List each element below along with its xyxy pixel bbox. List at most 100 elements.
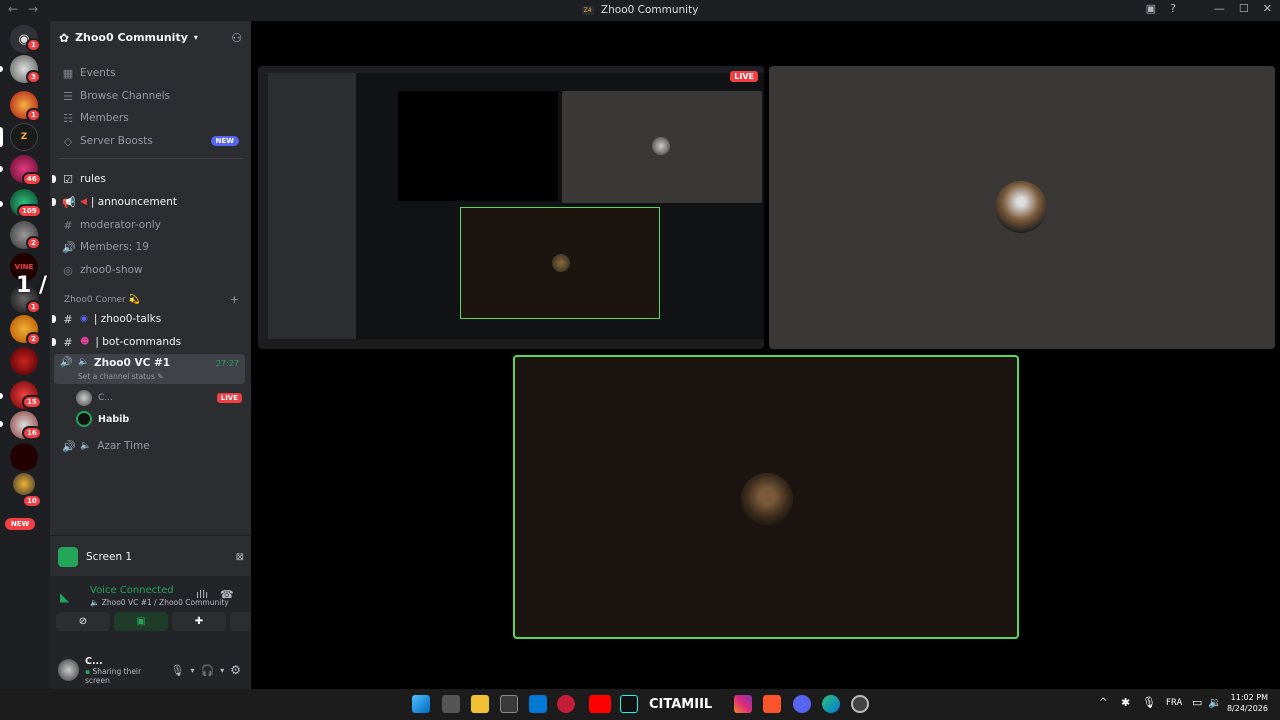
unread-badge: 46 [22,172,42,186]
youtube-icon[interactable] [589,695,611,713]
voice-channel-azar-time[interactable]: 🔊 🔈 Azar Time [58,436,245,456]
channel-rules[interactable]: ☑ rules [58,169,245,189]
pencil-icon: ✎ [157,372,164,381]
close-button[interactable]: ✕ [1263,2,1272,15]
headphones-icon[interactable]: 🎧 [201,664,215,677]
clock[interactable]: 11:02 PM 8/24/2026 [1226,692,1268,714]
tiktok-icon[interactable] [620,695,638,713]
channel-zhoo0-talks[interactable]: # ◉ | zhoo0-talks [58,309,245,329]
settings-gear-icon[interactable]: ⚙ [230,663,241,677]
discord-taskbar-icon[interactable] [793,695,811,713]
nav-item-events[interactable]: ▦ Events [58,63,245,83]
user-avatar[interactable] [58,659,79,681]
language-indicator[interactable]: FRA [1166,698,1182,708]
invite-user-icon[interactable]: ⚇ [231,31,242,45]
unread-badge: 2 [26,332,41,346]
server-header[interactable]: ✿ Zhoo0 Community ▾ ⚇ [50,21,251,54]
rules-icon: ☑ [63,172,73,186]
help-icon[interactable]: ? [1170,2,1176,15]
microphone-icon[interactable]: 🎙 [171,664,185,677]
unread-badge: 1 [26,38,41,52]
unread-badge: 3 [26,70,41,84]
screen-share-button[interactable]: ▣ [114,612,168,631]
inbox-icon[interactable]: ▣ [1146,2,1156,15]
unread-badge: 1 [26,108,41,122]
server-icon[interactable] [10,347,38,375]
nav-item-browse-channels[interactable]: ☰ Browse Channels [58,86,245,106]
members-icon: ☷ [63,111,73,125]
speaker-avatar [741,473,793,525]
chevron-down-icon[interactable]: ▾ [220,666,224,675]
voice-status-title[interactable]: Voice Connected [90,585,174,596]
task-view-icon[interactable] [442,695,460,713]
tray-network-icon[interactable]: ✱ [1121,696,1130,709]
speaker-emoji-icon: 🔈 [78,357,90,367]
channel-emoji-icon: ◉ [80,314,88,324]
voice-timer: 27:27 [215,359,239,368]
tray-mic-icon[interactable]: 🎙 [1142,696,1156,709]
voice-member[interactable]: C... LIVE [76,389,242,407]
os-taskbar: CITAMIIL ^ ✱ 🎙 FRA ▭ 🔉 11:02 PM 8/24/202… [0,689,1280,720]
voice-connection-panel: ◣ Voice Connected 🔈 Zhoo0 VC #1 / Zhoo0 … [50,576,284,656]
activities-button[interactable]: ✚ [172,612,226,631]
hash-icon: # [63,312,73,326]
window-title: Z4 Zhoo0 Community [0,4,1280,16]
recording-app-icon[interactable] [557,695,575,713]
maximize-button[interactable]: ☐ [1239,2,1249,15]
brave-icon[interactable] [763,695,781,713]
participant-avatar [995,181,1047,233]
chrome-icon[interactable] [851,695,869,713]
chevron-down-icon[interactable]: ▾ [191,666,195,675]
minimize-button[interactable]: — [1214,2,1225,15]
channel-sidebar: ✿ Zhoo0 Community ▾ ⚇ ▦ Events ☰ Browse … [50,21,284,689]
taskbar-app-label[interactable]: CITAMIIL [649,697,712,712]
screen-share-icon: ▪ [84,666,91,676]
server-icon[interactable] [10,443,38,471]
channel-bot-commands[interactable]: # ☻ | bot-commands [58,332,245,352]
server-list: ◉ 1 3 1 Z 46 109 2 VINE 1 2 15 16 10 NEW [0,21,50,689]
nav-item-server-boosts[interactable]: ◇ Server Boosts NEW [58,131,245,151]
category-header[interactable]: Zhoo0 Corner 💫 [64,295,140,305]
outlook-icon[interactable] [529,695,547,713]
disconnect-icon[interactable]: ☎ [220,588,234,601]
speaker-icon: 🔊 [62,240,76,254]
server-icon[interactable] [13,473,35,495]
speaker-icon: 🔈 [90,598,100,607]
megaphone-icon: 📢 [62,195,76,209]
new-unreads-pill[interactable]: NEW [5,518,36,530]
display-icon[interactable]: ▭ [1192,696,1202,709]
add-channel-icon[interactable]: + [230,293,239,306]
stream-tile-participant[interactable] [769,66,1275,349]
voice-channel-active[interactable]: 🔊 🔈 Zhoo0 VC #1 27:27 Set a channel stat… [54,354,245,384]
stream-tile-speaking[interactable] [513,355,1019,639]
hash-icon: # [63,335,73,349]
camera-off-button[interactable]: ⊘ [56,612,110,631]
channel-members-count[interactable]: 🔊 Members: 19 [58,237,245,257]
channel-announcement[interactable]: 📢 ◀ | announcement [58,192,245,212]
stream-tile-screen-share[interactable]: LIVE [258,66,764,349]
speaker-icon: 🔊 [62,439,76,453]
user-status: ▪ Sharing their screen [84,666,142,685]
instagram-icon[interactable] [734,695,752,713]
voice-member[interactable]: Habib [76,410,242,428]
unread-badge: 10 [22,494,42,508]
edge-icon[interactable] [822,695,840,713]
store-icon[interactable] [500,695,518,713]
hash-icon: # [63,218,73,232]
channel-emoji-icon: ☻ [80,337,90,347]
channel-status-prompt[interactable]: Set a channel status ✎ [78,372,163,381]
noise-suppression-icon[interactable]: ıllı [196,588,208,601]
server-icon-active[interactable]: Z [10,123,38,151]
volume-icon[interactable]: 🔉 [1208,696,1222,709]
live-badge: LIVE [730,71,758,82]
nav-item-members[interactable]: ☷ Members [58,108,245,128]
tray-chevron-up-icon[interactable]: ^ [1099,697,1107,708]
calendar-icon: ▦ [62,66,74,80]
new-badge: NEW [210,136,239,146]
chevron-down-icon: ▾ [193,33,198,42]
channel-zhoo0-show[interactable]: ◎ zhoo0-show [58,260,245,280]
channel-moderator-only[interactable]: # moderator-only [58,215,245,235]
windows-start-icon[interactable] [412,695,430,713]
close-stream-icon[interactable]: ⊠ [236,552,244,563]
file-explorer-icon[interactable] [471,695,489,713]
